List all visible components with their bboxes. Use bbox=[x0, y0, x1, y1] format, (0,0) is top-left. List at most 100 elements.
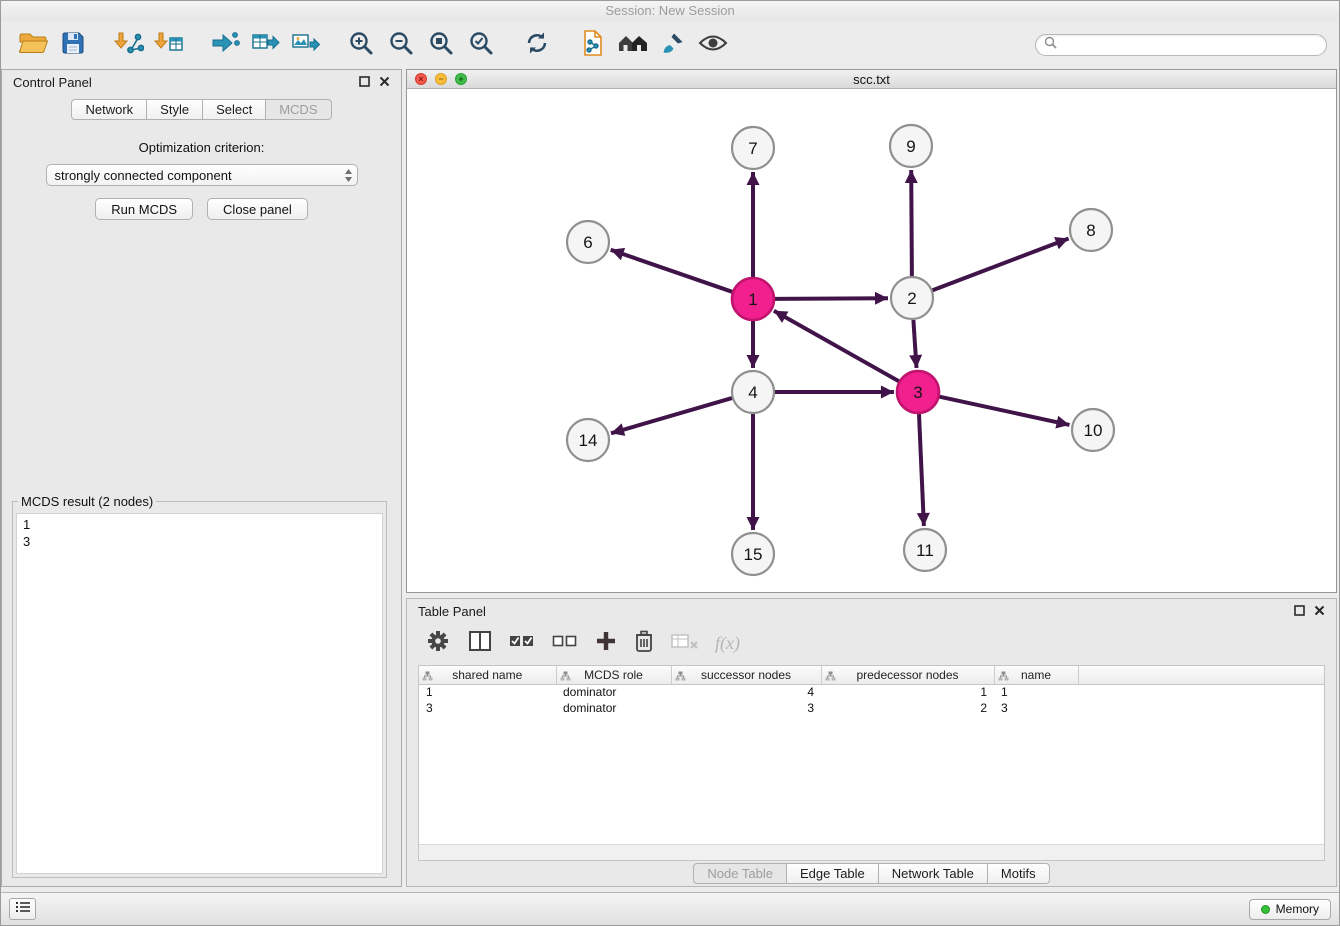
delete-table-button[interactable] bbox=[671, 632, 698, 655]
graph-node-2[interactable]: 2 bbox=[891, 277, 933, 319]
table-settings-button[interactable] bbox=[425, 628, 451, 659]
unselect-all-icon bbox=[552, 633, 578, 654]
graph-node-10[interactable]: 10 bbox=[1072, 409, 1114, 451]
cell-name: 1 bbox=[994, 684, 1078, 700]
add-column-button[interactable] bbox=[595, 630, 617, 657]
list-icon bbox=[15, 900, 31, 918]
new-network-button[interactable] bbox=[205, 25, 245, 65]
network-graph[interactable]: 7 9 6 8 1 2 4 3 14 10 15 11 bbox=[407, 89, 1336, 592]
select-all-button[interactable] bbox=[509, 633, 535, 654]
edge-4-to-14[interactable] bbox=[611, 398, 732, 433]
export-page-button[interactable] bbox=[573, 25, 613, 65]
zoom-fit-button[interactable] bbox=[421, 25, 461, 65]
task-history-button[interactable] bbox=[9, 898, 36, 920]
criterion-selected-value: strongly connected component bbox=[55, 168, 232, 183]
save-session-button[interactable] bbox=[53, 25, 93, 65]
window-close-icon[interactable]: × bbox=[415, 73, 427, 85]
tab-mcds[interactable]: MCDS bbox=[266, 99, 331, 120]
edge-2-to-8[interactable] bbox=[933, 239, 1069, 291]
svg-text:11: 11 bbox=[916, 541, 934, 560]
tab-style[interactable]: Style bbox=[147, 99, 203, 120]
export-image-button[interactable] bbox=[285, 25, 325, 65]
optimization-criterion-label: Optimization criterion: bbox=[2, 140, 401, 155]
tab-select[interactable]: Select bbox=[203, 99, 266, 120]
float-table-panel-icon[interactable] bbox=[1294, 604, 1305, 619]
open-session-button[interactable] bbox=[13, 25, 53, 65]
refresh-view-button[interactable] bbox=[517, 25, 557, 65]
cell-successor-nodes: 3 bbox=[671, 700, 821, 716]
edge-3-to-11[interactable] bbox=[919, 414, 924, 526]
export-table-button[interactable] bbox=[245, 25, 285, 65]
edge-2-to-9[interactable] bbox=[911, 170, 912, 276]
run-mcds-button[interactable]: Run MCDS bbox=[95, 198, 193, 220]
edge-2-to-3[interactable] bbox=[913, 320, 916, 368]
function-builder-button[interactable]: f(x) bbox=[715, 633, 740, 654]
search-input[interactable] bbox=[1062, 37, 1318, 53]
import-network-icon bbox=[114, 30, 144, 61]
graph-node-8[interactable]: 8 bbox=[1070, 209, 1112, 251]
network-window-titlebar[interactable]: × − + scc.txt bbox=[407, 70, 1336, 89]
svg-text:6: 6 bbox=[583, 233, 592, 252]
cell-filler bbox=[1078, 700, 1324, 716]
close-panel-icon[interactable] bbox=[379, 75, 390, 90]
show-hide-panels-button[interactable] bbox=[693, 25, 733, 65]
window-zoom-icon[interactable]: + bbox=[455, 73, 467, 85]
graph-node-9[interactable]: 9 bbox=[890, 125, 932, 167]
table-row[interactable]: 1dominator411 bbox=[419, 684, 1324, 700]
columns-icon bbox=[468, 630, 492, 657]
mcds-result-item: 3 bbox=[23, 533, 376, 550]
import-network-button[interactable] bbox=[109, 25, 149, 65]
window-minimize-icon[interactable]: − bbox=[435, 73, 447, 85]
graph-node-3[interactable]: 3 bbox=[897, 371, 939, 413]
memory-label: Memory bbox=[1276, 902, 1319, 916]
column-header-mcds-role[interactable]: MCDS role bbox=[556, 666, 671, 684]
tab-network[interactable]: Network bbox=[71, 99, 147, 120]
svg-text:4: 4 bbox=[748, 383, 757, 402]
graph-node-14[interactable]: 14 bbox=[567, 419, 609, 461]
application-window: Session: New Session bbox=[0, 0, 1340, 926]
zoom-out-button[interactable] bbox=[381, 25, 421, 65]
edge-1-to-6[interactable] bbox=[611, 250, 733, 292]
edge-3-to-1[interactable] bbox=[774, 311, 899, 381]
table-tab-node-table[interactable]: Node Table bbox=[693, 863, 787, 884]
search-field[interactable] bbox=[1035, 34, 1327, 56]
column-header-predecessor-nodes[interactable]: predecessor nodes bbox=[821, 666, 994, 684]
table-panel: Table Panel f(x) shared nameMCDS rolesuc… bbox=[406, 598, 1337, 887]
apply-style-button[interactable] bbox=[653, 25, 693, 65]
close-panel-button[interactable]: Close panel bbox=[207, 198, 308, 220]
table-tab-network-table[interactable]: Network Table bbox=[879, 863, 988, 884]
home-button[interactable] bbox=[613, 25, 653, 65]
network-canvas[interactable]: 7 9 6 8 1 2 4 3 14 10 15 11 bbox=[407, 89, 1336, 592]
column-header-name[interactable]: name bbox=[994, 666, 1078, 684]
criterion-dropdown[interactable]: strongly connected component bbox=[46, 164, 358, 186]
graph-node-7[interactable]: 7 bbox=[732, 127, 774, 169]
delete-column-button[interactable] bbox=[634, 629, 654, 658]
import-table-button[interactable] bbox=[149, 25, 189, 65]
graph-node-15[interactable]: 15 bbox=[732, 533, 774, 575]
mcds-result-list[interactable]: 13 bbox=[16, 513, 383, 874]
main-toolbar bbox=[1, 21, 1339, 69]
column-header-shared-name[interactable]: shared name bbox=[419, 666, 556, 684]
table-tab-edge-table[interactable]: Edge Table bbox=[787, 863, 879, 884]
sort-icon bbox=[825, 670, 836, 684]
graph-node-11[interactable]: 11 bbox=[904, 529, 946, 571]
graph-node-6[interactable]: 6 bbox=[567, 221, 609, 263]
graph-node-4[interactable]: 4 bbox=[732, 371, 774, 413]
show-columns-button[interactable] bbox=[468, 630, 492, 657]
zoom-selected-button[interactable] bbox=[461, 25, 501, 65]
zoom-in-button[interactable] bbox=[341, 25, 381, 65]
edge-3-to-10[interactable] bbox=[940, 397, 1070, 425]
edge-1-to-2[interactable] bbox=[775, 298, 888, 299]
table-hscrollbar[interactable] bbox=[419, 844, 1324, 860]
column-header-successor-nodes[interactable]: successor nodes bbox=[671, 666, 821, 684]
node-table-header-row: shared nameMCDS rolesuccessor nodesprede… bbox=[419, 666, 1324, 684]
table-row[interactable]: 3dominator323 bbox=[419, 700, 1324, 716]
close-table-panel-icon[interactable] bbox=[1314, 604, 1325, 619]
memory-button[interactable]: Memory bbox=[1249, 899, 1331, 920]
table-tab-motifs[interactable]: Motifs bbox=[988, 863, 1050, 884]
mcds-result-title: MCDS result (2 nodes) bbox=[18, 494, 156, 509]
svg-text:8: 8 bbox=[1086, 221, 1095, 240]
graph-node-1[interactable]: 1 bbox=[732, 278, 774, 320]
float-panel-icon[interactable] bbox=[359, 75, 370, 90]
unselect-all-button[interactable] bbox=[552, 633, 578, 654]
